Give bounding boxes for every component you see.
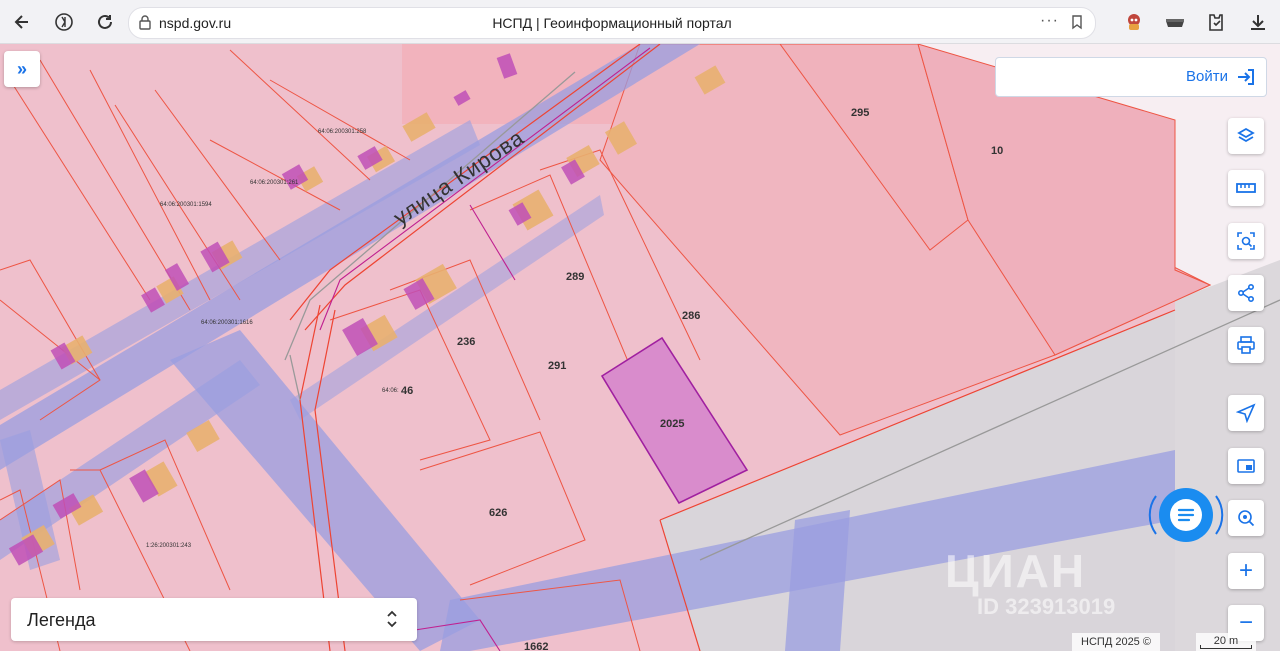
- parcel-label-295: 295: [851, 107, 869, 119]
- legend-dropdown[interactable]: Легенда: [11, 598, 417, 641]
- cadastral-label-3: 64:06:200301:1594: [160, 202, 212, 208]
- printer-icon: [1237, 336, 1255, 354]
- parcel-label-236: 236: [457, 336, 475, 348]
- cadastral-label-2: 64:06:200301:261: [250, 180, 299, 186]
- clipboard-icon: [1209, 14, 1223, 31]
- locate-button[interactable]: [1228, 395, 1264, 431]
- login-icon: [1238, 69, 1254, 85]
- cadastral-label-1: 64:06:200301:258: [318, 129, 367, 135]
- arrow-left-icon: [14, 15, 28, 29]
- watermark-brand: ЦИАН: [945, 545, 1087, 597]
- road-band-vertical: [785, 510, 850, 651]
- yandex-icon: [55, 13, 73, 31]
- minimap-icon: [1237, 459, 1255, 473]
- watermark: ЦИАН ID 323913019: [945, 544, 1115, 620]
- cadastral-label-5: 64:06:: [382, 388, 399, 394]
- extension-button-2[interactable]: [1161, 8, 1189, 36]
- parcel-label-2025: 2025: [660, 418, 684, 430]
- browser-toolbar: nspd.gov.ru НСПД | Геоинформационный пор…: [0, 0, 1280, 44]
- layers-icon: [1237, 127, 1255, 143]
- chat-icon: [1148, 488, 1224, 542]
- parcel-label-289: 289: [566, 271, 584, 283]
- share-icon: [1237, 283, 1255, 303]
- extension-button-3[interactable]: [1202, 8, 1230, 36]
- parcel-label-626: 626: [489, 507, 507, 519]
- watermark-id: ID 323913019: [977, 594, 1116, 619]
- parcel-label-1662: 1662: [524, 641, 548, 651]
- zoom-in-button[interactable]: +: [1228, 553, 1264, 589]
- back-button[interactable]: [8, 8, 36, 36]
- cadastral-label-6: 1:26:200301:243: [146, 543, 192, 549]
- cadastral-label-4: 64:06:200301:1616: [201, 320, 253, 326]
- copyright: НСПД 2025 ©: [1072, 633, 1160, 651]
- print-button[interactable]: [1228, 327, 1264, 363]
- parcel-label-10: 10: [991, 145, 1003, 157]
- reload-icon: [98, 14, 112, 29]
- search-location-icon: [1238, 510, 1255, 527]
- chat-button[interactable]: [1148, 482, 1224, 548]
- bookmark-icon[interactable]: [1069, 14, 1085, 30]
- login-button[interactable]: Войти: [995, 57, 1267, 97]
- downloads-button[interactable]: [1244, 8, 1272, 36]
- legend-label: Легенда: [27, 610, 96, 630]
- ruler-icon: [1236, 183, 1256, 193]
- download-icon: [1251, 15, 1265, 30]
- plus-icon: +: [1238, 557, 1253, 584]
- chevron-updown-icon: [387, 610, 397, 628]
- reload-button[interactable]: [91, 8, 119, 36]
- area-search-icon: [1237, 232, 1255, 250]
- parcel-label-291: 291: [548, 360, 566, 372]
- minus-icon: −: [1238, 609, 1253, 636]
- extension-hat-icon: [1166, 19, 1184, 27]
- more-options-button[interactable]: ···: [1040, 12, 1059, 30]
- parcel-label-286: 286: [682, 310, 700, 322]
- address-bar[interactable]: nspd.gov.ru НСПД | Геоинформационный пор…: [128, 7, 1096, 39]
- login-label: Войти: [1186, 68, 1228, 85]
- measure-button[interactable]: [1228, 170, 1264, 206]
- expand-panel-button[interactable]: »: [4, 51, 40, 87]
- map-viewport[interactable]: улица Кирова 295 10 289 286 236 291 46 2…: [0, 44, 1280, 651]
- extension-button-1[interactable]: [1120, 8, 1148, 36]
- minimap-button[interactable]: [1228, 448, 1264, 484]
- scale-bar-line: [1200, 645, 1252, 649]
- area-search-button[interactable]: [1228, 223, 1264, 259]
- share-button[interactable]: [1228, 275, 1264, 311]
- layers-button[interactable]: [1228, 118, 1264, 154]
- parcel-label-46: 46: [401, 385, 413, 397]
- navigation-arrow-icon: [1236, 403, 1256, 423]
- tab-title: НСПД | Геоинформационный портал: [492, 15, 732, 31]
- search-location-button[interactable]: [1228, 500, 1264, 536]
- scale-bar: 20 m: [1196, 633, 1256, 651]
- extension-robot-icon: [1128, 14, 1140, 30]
- yandex-button[interactable]: [50, 8, 78, 36]
